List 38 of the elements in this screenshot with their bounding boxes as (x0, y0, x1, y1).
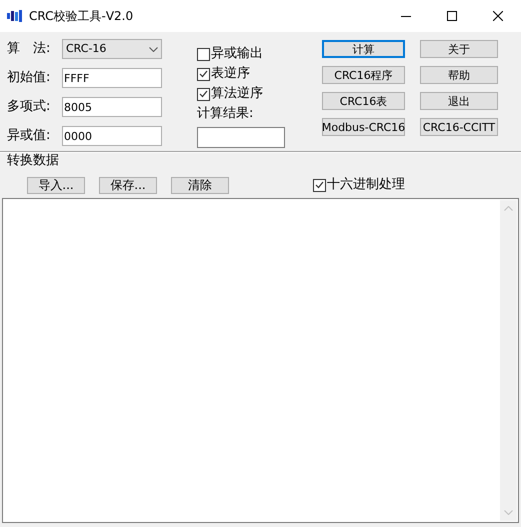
app-icon (7, 10, 23, 22)
check-icon (199, 90, 208, 98)
algorithm-dropdown[interactable]: CRC-16 (62, 39, 162, 59)
hex-option-label: 十六进制处理 (327, 176, 405, 194)
field-label: 多项式: (7, 98, 52, 116)
check-icon (199, 70, 208, 78)
checkbox[interactable] (313, 178, 326, 192)
input-field[interactable]: FFFF (62, 68, 162, 88)
result-label: 计算结果: (197, 105, 254, 123)
checkbox[interactable] (197, 68, 210, 80)
field-label: 算 法: (7, 40, 52, 58)
data-button[interactable]: 保存... (99, 176, 157, 194)
action-button[interactable]: 计算 (322, 40, 405, 58)
close-icon (493, 11, 503, 21)
action-button[interactable]: CRC16程序 (322, 66, 405, 84)
field-label: 异或值: (7, 127, 52, 146)
input-field[interactable]: 8005 (62, 97, 162, 117)
option-label: 异或输出 (211, 45, 263, 64)
group-title: 转换数据 (6, 154, 60, 168)
action-button[interactable]: 帮助 (420, 66, 498, 84)
option-label: 表逆序 (211, 65, 250, 84)
input-field[interactable]: 0000 (62, 126, 162, 146)
check-icon (315, 181, 324, 189)
chevron-down-icon (149, 46, 158, 52)
maximize-icon (447, 11, 457, 21)
action-button[interactable]: CRC16表 (322, 92, 405, 110)
checkbox[interactable] (197, 48, 210, 60)
action-button[interactable]: 关于 (420, 40, 498, 58)
field-label: 初始值: (7, 69, 52, 88)
window-title: CRC校验工具-V2.0 (29, 8, 134, 25)
action-button[interactable]: 退出 (420, 92, 498, 110)
action-button[interactable]: CRC16-CCITT (420, 118, 498, 136)
checkbox[interactable] (197, 88, 210, 100)
action-button[interactable]: Modbus-CRC16 (322, 118, 405, 136)
result-field[interactable] (197, 127, 285, 148)
option-label: 算法逆序 (211, 85, 263, 104)
data-button[interactable]: 清除 (171, 176, 229, 194)
data-button[interactable]: 导入... (27, 176, 85, 194)
